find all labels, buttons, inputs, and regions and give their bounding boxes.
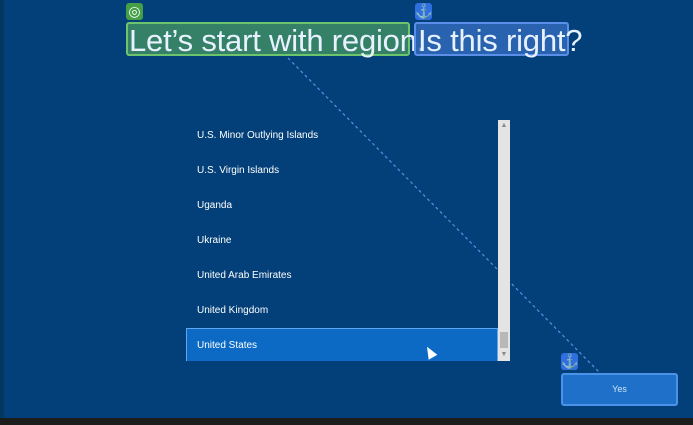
region-item-united-states[interactable]: United States [186, 328, 498, 361]
target-icon: ◎ [126, 3, 143, 20]
region-item-us-virgin-islands[interactable]: U.S. Virgin Islands [186, 153, 498, 188]
scrollbar-thumb[interactable] [500, 332, 508, 348]
scroll-up-icon[interactable]: ▲ [498, 120, 510, 132]
taskbar [0, 418, 693, 425]
anchor-icon: ⚓ [561, 353, 579, 370]
region-item-us-minor-outlying-islands[interactable]: U.S. Minor Outlying Islands [186, 118, 498, 153]
title-confirm-heading: Is this right? [414, 22, 583, 58]
region-item-ukraine[interactable]: Ukraine [186, 223, 498, 258]
region-list[interactable]: U.S. Minor Outlying Islands U.S. Virgin … [186, 118, 498, 361]
region-item-uganda[interactable]: Uganda [186, 188, 498, 223]
scroll-down-icon[interactable]: ▼ [498, 349, 510, 361]
region-item-united-kingdom[interactable]: United Kingdom [186, 293, 498, 328]
yes-button[interactable]: Yes [561, 373, 678, 406]
region-item-united-arab-emirates[interactable]: United Arab Emirates [186, 258, 498, 293]
anchor-icon: ⚓ [415, 3, 433, 20]
region-list-scrollbar[interactable]: ▲ ▼ [498, 120, 510, 361]
title-region-heading: Let’s start with region. [126, 22, 425, 58]
